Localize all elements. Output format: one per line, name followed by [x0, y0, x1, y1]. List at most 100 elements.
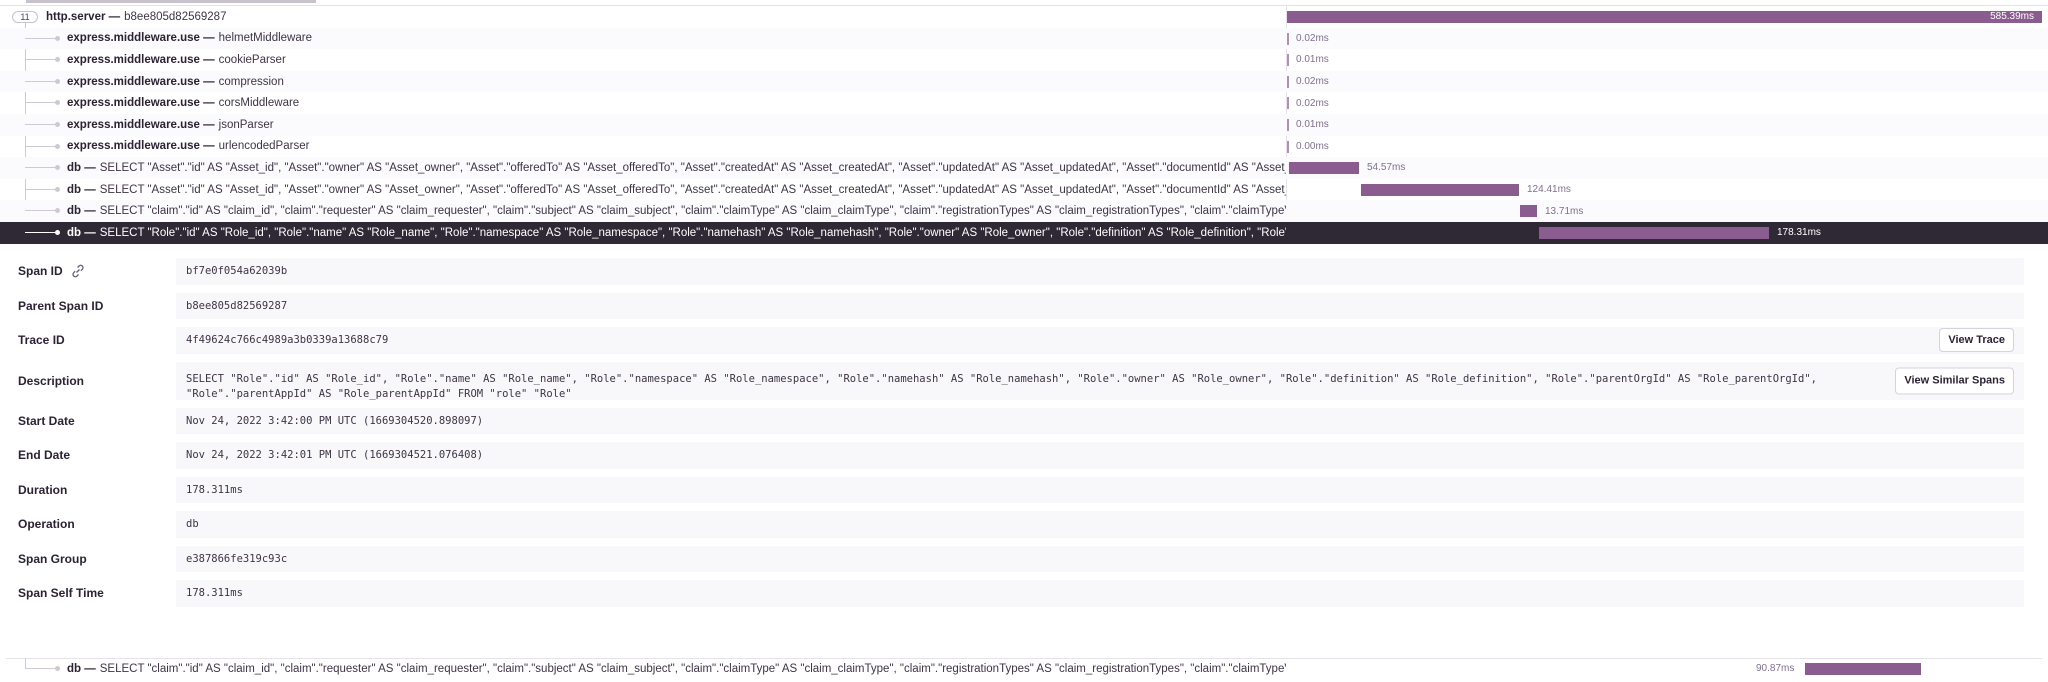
trace-view: 11 http.server — b8ee805d82569287 585.39…	[0, 6, 2048, 244]
span-duration-label: 0.02ms	[1296, 97, 1329, 109]
detail-value: Nov 24, 2022 3:42:01 PM UTC (1669304521.…	[176, 442, 2024, 469]
span-bar-area: 13.71ms	[1287, 200, 2042, 222]
span-op: db —	[67, 662, 96, 675]
detail-label: Operation	[18, 517, 75, 532]
detail-row-span-group: Span Group e387866fe319c93c	[6, 542, 2024, 577]
detail-value: e387866fe319c93c	[176, 545, 2024, 572]
view-similar-spans-button[interactable]: View Similar Spans	[1895, 367, 2014, 394]
tree-branch	[25, 167, 55, 169]
span-bar-area: 0.01ms	[1287, 114, 2042, 136]
tree-node-dot	[55, 186, 60, 192]
span-duration-label: 0.01ms	[1296, 54, 1329, 66]
span-op: express.middleware.use —	[67, 118, 215, 131]
span-row[interactable]: db — SELECT "Asset"."id" AS "Asset_id", …	[0, 157, 2048, 179]
span-row[interactable]: express.middleware.use — urlencodedParse…	[0, 136, 2048, 158]
span-row[interactable]: db — SELECT "claim"."id" AS "claim_id", …	[0, 658, 2048, 680]
span-op: db —	[67, 161, 96, 174]
span-name: db — SELECT "claim"."id" AS "claim_id", …	[67, 200, 1286, 222]
span-duration-bar	[1520, 205, 1537, 218]
span-name: express.middleware.use — jsonParser	[67, 114, 1286, 136]
detail-value: 4f49624c766c4989a3b0339a13688c79	[186, 334, 389, 347]
span-row[interactable]: express.middleware.use — corsMiddleware …	[0, 92, 2048, 114]
span-desc: compression	[218, 75, 284, 88]
span-bar-area: 585.39ms	[1287, 6, 2042, 28]
tree-node-dot	[55, 121, 60, 127]
span-duration-label: 0.01ms	[1296, 119, 1329, 131]
tree-branch	[25, 123, 55, 125]
span-bar-area: 0.02ms	[1287, 71, 2042, 93]
span-op: db —	[67, 183, 96, 196]
span-bar-area: 0.01ms	[1287, 49, 2042, 71]
span-row[interactable]: express.middleware.use — helmetMiddlewar…	[0, 27, 2048, 50]
detail-value: 178.311ms	[176, 476, 2024, 503]
detail-row-span-id: Span ID bf7e0f054a62039b	[6, 254, 2024, 289]
tree-branch	[25, 145, 55, 147]
span-desc: cookieParser	[218, 53, 286, 66]
minimap-handle[interactable]	[26, 0, 316, 3]
span-duration-label: 124.41ms	[1527, 184, 1571, 196]
span-row[interactable]: db — SELECT "claim"."id" AS "claim_id", …	[0, 200, 2048, 222]
tree-node-dot	[55, 35, 60, 41]
span-duration-bar	[1539, 226, 1769, 239]
span-duration-bar	[1805, 663, 1921, 675]
view-trace-button[interactable]: View Trace	[1939, 328, 2014, 353]
span-desc: urlencodedParser	[218, 140, 310, 153]
span-bar-area: 124.41ms	[1287, 179, 2042, 201]
detail-label: Span ID	[18, 254, 85, 289]
detail-row-start-date: Start Date Nov 24, 2022 3:42:00 PM UTC (…	[6, 404, 2024, 439]
span-duration-label: 178.31ms	[1777, 227, 1821, 239]
span-name: express.middleware.use — cookieParser	[67, 49, 1286, 71]
link-icon[interactable]	[71, 264, 85, 278]
detail-value-box: 4f49624c766c4989a3b0339a13688c79 View Tr…	[176, 327, 2024, 354]
detail-row-description: Description SELECT "Role"."id" AS "Role_…	[6, 358, 2024, 404]
tree-node-dot	[55, 57, 60, 63]
detail-label: Parent Span ID	[18, 298, 104, 313]
span-desc: helmetMiddleware	[218, 32, 312, 45]
span-row[interactable]: express.middleware.use — jsonParser 0.01…	[0, 113, 2048, 136]
detail-label: Description	[18, 373, 85, 388]
span-duration-bar	[1287, 118, 1289, 131]
span-duration-bar	[1289, 162, 1359, 175]
span-duration-label: 0.00ms	[1296, 140, 1329, 152]
span-row[interactable]: express.middleware.use — cookieParser 0.…	[0, 49, 2048, 71]
tree-connector	[25, 658, 26, 668]
span-desc: SELECT "Asset"."id" AS "Asset_id", "Asse…	[99, 161, 1286, 174]
span-duration-bar	[1287, 54, 1289, 67]
detail-value: SELECT "Role"."id" AS "Role_id", "Role".…	[186, 372, 1817, 400]
span-op: http.server —	[46, 10, 121, 23]
span-name: express.middleware.use — helmetMiddlewar…	[67, 28, 1286, 50]
detail-row-operation: Operation db	[6, 507, 2024, 542]
tree-branch	[25, 668, 55, 669]
span-op: express.middleware.use —	[67, 140, 215, 153]
span-name: db — SELECT "Asset"."id" AS "Asset_id", …	[67, 179, 1286, 201]
tree-node-dot	[55, 208, 60, 214]
span-row[interactable]: express.middleware.use — compression 0.0…	[0, 70, 2048, 93]
span-row-selected[interactable]: db — SELECT "Role"."id" AS "Role_id", "R…	[0, 221, 2048, 244]
tree-node-dot	[55, 165, 60, 171]
tree-node-dot	[55, 78, 60, 84]
span-desc: b8ee805d82569287	[124, 10, 227, 23]
detail-value: db	[176, 511, 2024, 538]
span-row[interactable]: db — SELECT "Asset"."id" AS "Asset_id", …	[0, 179, 2048, 201]
span-bar-area: 0.02ms	[1287, 92, 2042, 114]
span-children-toggle[interactable]: 11	[12, 11, 38, 23]
span-duration-label: 13.71ms	[1545, 205, 1584, 217]
detail-value-box: SELECT "Role"."id" AS "Role_id", "Role".…	[176, 361, 2024, 400]
span-duration-label: 90.87ms	[1756, 663, 1795, 675]
detail-label: End Date	[18, 448, 71, 463]
span-bar-area: 0.02ms	[1287, 28, 2042, 50]
span-duration-label: 0.02ms	[1296, 32, 1329, 44]
tree-branch	[25, 80, 55, 82]
span-op: express.middleware.use —	[67, 75, 215, 88]
span-row-root[interactable]: 11 http.server — b8ee805d82569287 585.39…	[0, 6, 2048, 28]
detail-value: 178.311ms	[176, 580, 2024, 607]
span-op: express.middleware.use —	[67, 32, 215, 45]
tree-branch	[25, 59, 55, 61]
span-desc: SELECT "Asset"."id" AS "Asset_id", "Asse…	[99, 183, 1286, 196]
span-name: http.server — b8ee805d82569287	[46, 6, 1286, 28]
detail-row-parent-span-id: Parent Span ID b8ee805d82569287	[6, 289, 2024, 324]
tree-node-dot	[55, 100, 60, 106]
detail-row-trace-id: Trace ID 4f49624c766c4989a3b0339a13688c7…	[6, 323, 2024, 358]
span-op: express.middleware.use —	[67, 53, 215, 66]
span-op: db —	[67, 226, 96, 239]
